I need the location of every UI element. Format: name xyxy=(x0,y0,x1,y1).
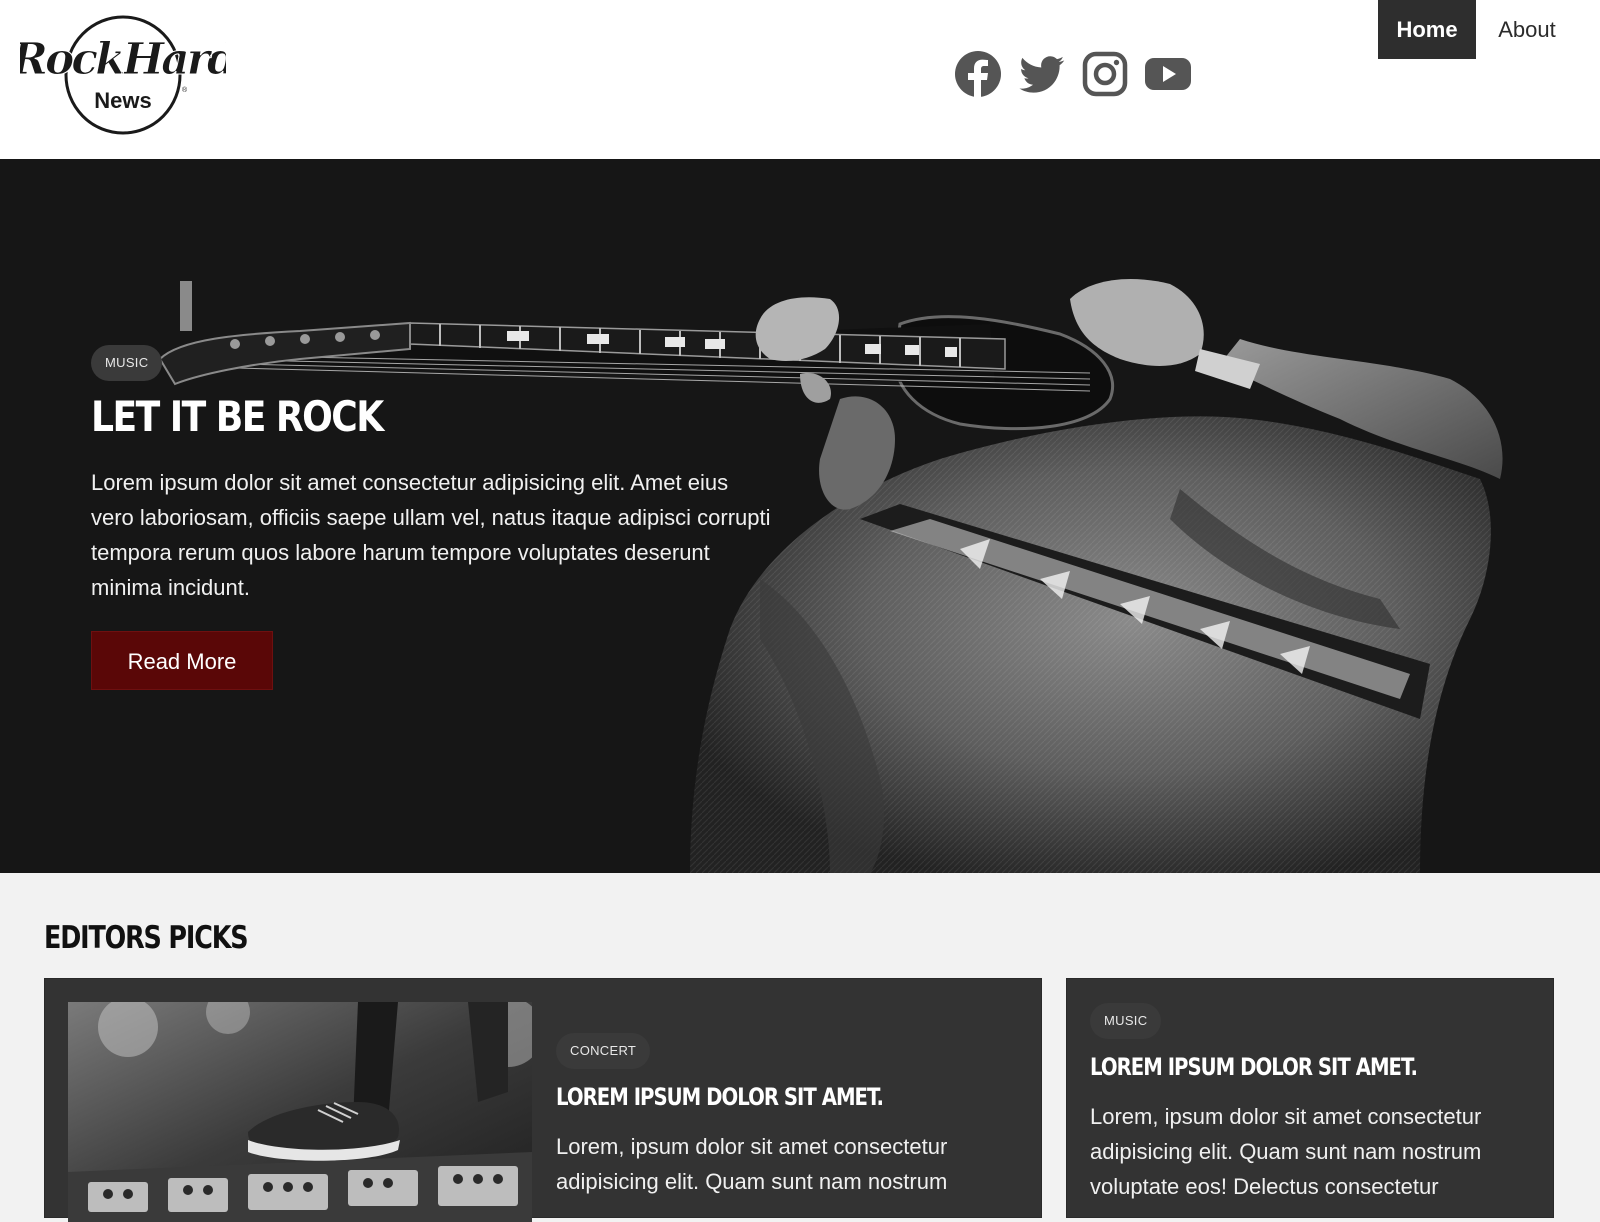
hero-description: Lorem ipsum dolor sit amet consectetur a… xyxy=(91,470,771,600)
card-title[interactable]: LOREM IPSUM DOLOR SIT AMET. xyxy=(556,1083,884,1111)
editors-pick-card[interactable]: CONCERT LOREM IPSUM DOLOR SIT AMET. Lore… xyxy=(44,978,1042,1222)
logo-wordmark: RockHard xyxy=(20,34,226,85)
editors-picks-heading: EDITORS PICKS xyxy=(44,920,249,956)
hero-section: MUSIC LET IT BE ROCK Lorem ipsum dolor s… xyxy=(0,159,1600,873)
card-description: Lorem, ipsum dolor sit amet consectetur … xyxy=(556,1134,948,1194)
hero-category-badge[interactable]: MUSIC xyxy=(91,345,163,381)
card-category-badge[interactable]: CONCERT xyxy=(556,1033,651,1069)
editors-pick-card[interactable]: MUSIC LOREM IPSUM DOLOR SIT AMET. Lorem,… xyxy=(1066,978,1554,1218)
nav-about-link[interactable]: About xyxy=(1482,0,1572,59)
card-category-badge[interactable]: MUSIC xyxy=(1090,1003,1162,1039)
read-more-button[interactable]: Read More xyxy=(91,631,273,690)
instagram-icon[interactable] xyxy=(1081,50,1129,98)
logo-registered-mark: ® xyxy=(182,86,188,94)
card-title[interactable]: LOREM IPSUM DOLOR SIT AMET. xyxy=(1090,1053,1418,1081)
facebook-icon[interactable] xyxy=(954,50,1002,98)
twitter-icon[interactable] xyxy=(1018,50,1066,98)
nav-home-link[interactable]: Home xyxy=(1378,0,1476,59)
logo-news: News xyxy=(94,88,151,113)
site-header: RockHard News ® Home About xyxy=(0,0,1600,159)
youtube-icon[interactable] xyxy=(1144,50,1192,98)
concert-pedals-image xyxy=(68,1002,532,1222)
card-description: Lorem, ipsum dolor sit amet consectetur … xyxy=(1090,1104,1482,1199)
hero-title: LET IT BE ROCK xyxy=(91,392,384,441)
rockhard-news-logo[interactable]: RockHard News ® xyxy=(20,14,226,136)
